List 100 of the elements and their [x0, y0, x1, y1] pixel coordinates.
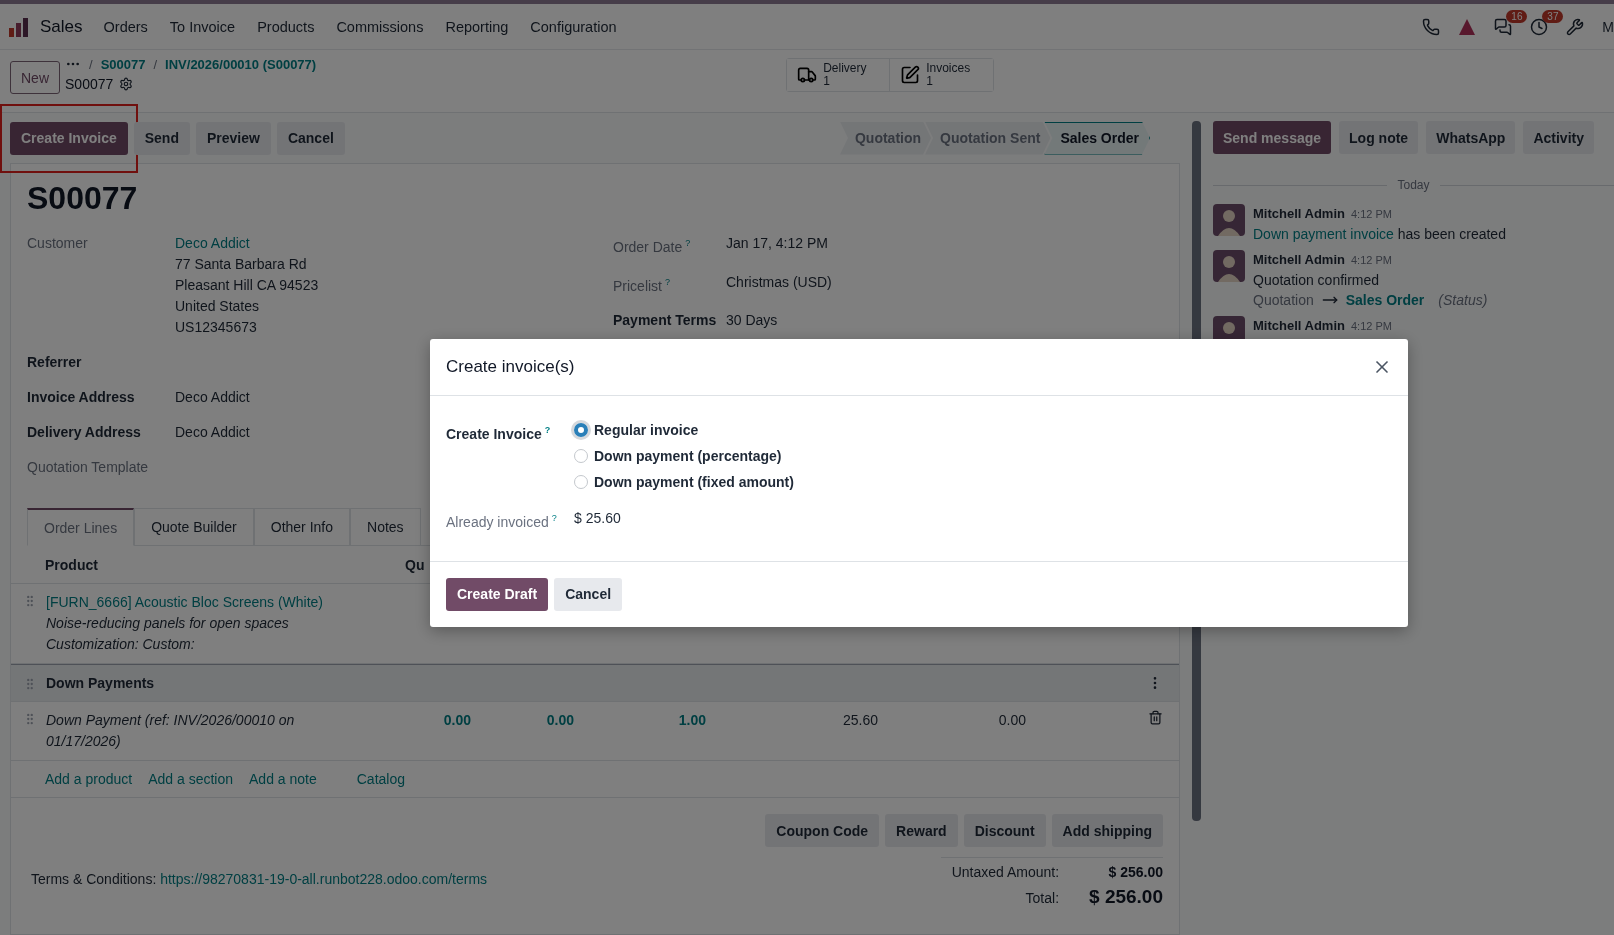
section-label: Down Payments: [46, 675, 156, 691]
user-name[interactable]: M: [1602, 18, 1614, 35]
terms-link[interactable]: https://98270831-19-0-all.runbot228.odoo.com/terms: [160, 871, 488, 887]
app-name[interactable]: Sales: [40, 16, 83, 37]
menu-item[interactable]: Commissions: [325, 18, 435, 35]
dialog-button[interactable]: Cancel: [554, 577, 623, 611]
product-description: Noise-reducing panels for open spaces: [46, 614, 290, 633]
add-line-link[interactable]: Add a section: [148, 771, 233, 787]
field-label: Customer: [27, 234, 89, 253]
triangle-logo-icon: [1458, 17, 1477, 36]
tracking-old-value: Quotation: [1253, 291, 1314, 310]
tracking-field: (Status): [1438, 290, 1488, 310]
menu-item[interactable]: Products: [246, 18, 326, 35]
extra-button[interactable]: Reward: [885, 814, 958, 847]
tab[interactable]: Quote Builder: [134, 508, 254, 546]
settings-icon[interactable]: [119, 77, 134, 91]
bar-chart-logo-icon[interactable]: [8, 15, 30, 38]
field-label: Invoice Address: [27, 388, 136, 407]
tab[interactable]: Other Info: [253, 508, 351, 546]
action-button[interactable]: Send: [133, 121, 190, 155]
extra-button[interactable]: Add shipping: [1051, 814, 1163, 847]
field-value: Deco Addict: [175, 388, 250, 407]
message-author: Mitchell Admin: [1253, 205, 1345, 223]
table-cell-text: 0.00: [442, 711, 471, 730]
menu-item[interactable]: To Invoice: [158, 18, 247, 35]
menu-item[interactable]: Reporting: [434, 18, 520, 35]
chatter-button[interactable]: WhatsApp: [1426, 121, 1516, 154]
new-button[interactable]: New: [10, 61, 60, 94]
field-label: Quotation Template: [27, 458, 150, 477]
message-author: Mitchell Admin: [1253, 251, 1345, 269]
message-text: Quotation confirmed: [1253, 271, 1381, 290]
chat-icon: [1494, 17, 1513, 36]
customer-link[interactable]: Deco Addict: [175, 233, 250, 254]
action-button[interactable]: Preview: [195, 121, 271, 155]
terms-text: Terms & Conditions: https://98270831-19-0-all.runbot228.odoo.com/terms: [31, 871, 488, 887]
field-value: Jan 17, 4:12 PM: [726, 234, 828, 253]
field-label: Pricelist $^{?}$: [613, 275, 672, 296]
field-label: Already invoiced $^{?}$: [446, 512, 558, 532]
menu-item[interactable]: Configuration: [519, 18, 628, 35]
field-label: Order Date $^{?}$: [613, 237, 692, 257]
avatar: [1213, 250, 1245, 282]
chatter-button[interactable]: Activity: [1523, 121, 1594, 154]
record-title: S00077: [27, 180, 139, 217]
breadcrumb-separator: /: [89, 56, 93, 72]
status-step[interactable]: Quotation Sent: [925, 121, 1051, 155]
radio-option[interactable]: Down payment (fixed amount): [574, 472, 1392, 492]
pen-square-icon: [900, 65, 921, 85]
message-time: 4:12 PM: [1350, 319, 1392, 334]
breadcrumb-separator: /: [153, 56, 158, 72]
tracking-new-value: Sales Order: [1345, 291, 1425, 310]
extra-button[interactable]: Coupon Code: [765, 814, 880, 847]
truck-icon: [797, 65, 818, 85]
status-step[interactable]: Quotation: [839, 121, 932, 155]
add-line-link[interactable]: Add a note: [249, 771, 317, 787]
add-line-link[interactable]: Add a product: [45, 771, 133, 787]
field-label: Referrer: [27, 353, 83, 372]
message-time: 4:12 PM: [1350, 207, 1392, 222]
message-author: Mitchell Admin: [1253, 317, 1345, 335]
breadcrumb-link[interactable]: INV/2026/00010 (S00077): [165, 56, 317, 72]
address-line: US12345673: [175, 318, 257, 337]
table-cell-text: 25.60: [841, 711, 878, 730]
field-value: Deco Addict: [175, 423, 250, 442]
action-button[interactable]: Cancel: [276, 121, 345, 155]
radio-option[interactable]: Down payment (percentage): [574, 446, 1392, 466]
chatter-button[interactable]: Send message: [1213, 121, 1332, 154]
chatter-button[interactable]: Log note: [1339, 121, 1419, 154]
line-description: Down Payment (ref: INV/2026/00010 on 01/17/2026): [46, 711, 296, 751]
radio-button[interactable]: [574, 423, 588, 437]
field-label: Delivery Address: [27, 423, 142, 442]
field-label: Payment Terms: [613, 311, 718, 331]
column-header: Qu: [405, 556, 426, 573]
trash-icon[interactable]: [1148, 710, 1163, 725]
phone-icon: [1422, 17, 1441, 36]
total-label: Untaxed Amount:: [950, 864, 1060, 880]
dialog-button[interactable]: Create Draft: [446, 577, 549, 611]
smart-button[interactable]: Delivery 1: [787, 59, 891, 91]
avatar: [1213, 204, 1245, 236]
tab[interactable]: Order Lines: [27, 508, 135, 546]
menu-item[interactable]: Orders: [92, 18, 159, 35]
dialog-title: Create invoice(s): [446, 357, 575, 377]
add-line-link[interactable]: Catalog: [356, 771, 405, 787]
address-line: 77 Santa Barbara Rd: [175, 255, 307, 274]
status-step[interactable]: Sales Order: [1044, 121, 1150, 155]
record-name: S00077: [65, 76, 114, 92]
total-value: $ 256.00: [1107, 864, 1163, 880]
message-link[interactable]: Down payment invoice: [1253, 226, 1394, 242]
count-badge: 16: [1506, 9, 1528, 23]
field-value: 30 Days: [726, 311, 778, 331]
count-badge: 37: [1542, 9, 1564, 23]
column-header: Product: [45, 556, 99, 573]
action-button[interactable]: Create Invoice: [10, 121, 128, 155]
clock-icon: [1530, 17, 1549, 36]
extra-button[interactable]: Discount: [963, 814, 1046, 847]
breadcrumb-link[interactable]: S00077: [100, 56, 146, 72]
product-description: Customization: Custom:: [46, 635, 196, 654]
total-value: $ 256.00: [1089, 886, 1163, 908]
total-label: Total:: [1024, 890, 1060, 906]
radio-option[interactable]: Regular invoice: [574, 420, 1392, 440]
message-time: 4:12 PM: [1350, 253, 1392, 268]
tab[interactable]: Notes: [350, 508, 421, 546]
